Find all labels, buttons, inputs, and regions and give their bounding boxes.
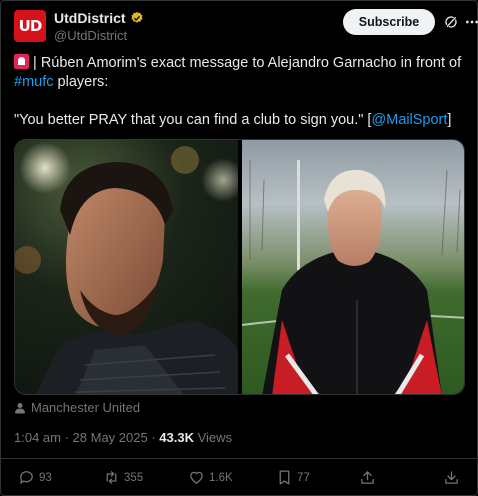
post-line1: | Rúben Amorim's exact message to Alejan… bbox=[33, 55, 462, 71]
share-button[interactable] bbox=[359, 469, 376, 486]
post-quote-end: ] bbox=[447, 112, 452, 128]
name-row: UtdDistrict bbox=[54, 10, 144, 26]
post-time[interactable]: 1:04 am bbox=[14, 430, 61, 445]
repost-button[interactable]: 355 bbox=[103, 469, 143, 486]
siren-emoji-icon bbox=[14, 54, 29, 69]
handle[interactable]: @UtdDistrict bbox=[54, 28, 144, 43]
garnacho-photo-illustration bbox=[241, 160, 464, 394]
action-bar: 93 355 1.6K 77 bbox=[0, 458, 478, 496]
location-label: Manchester United bbox=[31, 400, 141, 415]
post-line2: players: bbox=[53, 74, 109, 90]
like-count: 1.6K bbox=[209, 471, 233, 484]
views-count[interactable]: 43.3K bbox=[159, 430, 194, 445]
bookmark-count: 77 bbox=[297, 471, 310, 484]
post-date[interactable]: 28 May 2025 bbox=[73, 430, 148, 445]
heart-icon bbox=[190, 471, 203, 484]
like-button[interactable]: 1.6K bbox=[188, 469, 233, 486]
media-divider bbox=[237, 140, 240, 394]
mention-link[interactable]: @MailSport bbox=[371, 112, 447, 128]
post-header: UD UtdDistrict @UtdDistrict Subscribe bbox=[14, 8, 478, 44]
person-icon bbox=[15, 402, 25, 413]
post-paragraph-1: | Rúben Amorim's exact message to Alejan… bbox=[14, 54, 466, 92]
media-grid bbox=[14, 139, 465, 395]
amorim-photo[interactable] bbox=[15, 140, 238, 394]
hashtag-link[interactable]: #mufc bbox=[14, 74, 54, 90]
avatar-logo: UD bbox=[18, 17, 43, 35]
display-name[interactable]: UtdDistrict bbox=[54, 10, 126, 26]
reply-count: 93 bbox=[39, 471, 52, 484]
post-text: | Rúben Amorim's exact message to Alejan… bbox=[14, 54, 466, 149]
author-names: UtdDistrict @UtdDistrict bbox=[54, 10, 144, 43]
bookmark-icon bbox=[279, 470, 290, 485]
meta-separator-2: · bbox=[147, 430, 160, 445]
post-meta: 1:04 am · 28 May 2025 · 43.3K Views bbox=[14, 430, 232, 445]
repost-count: 355 bbox=[124, 471, 144, 484]
garnacho-photo[interactable] bbox=[241, 140, 464, 394]
more-icon[interactable] bbox=[464, 14, 478, 30]
grok-icon[interactable] bbox=[443, 14, 459, 30]
download-icon bbox=[445, 471, 458, 484]
views-label: Views bbox=[193, 430, 233, 445]
reply-icon bbox=[20, 471, 33, 484]
share-icon bbox=[361, 471, 374, 484]
post-quote: "You better PRAY that you can find a clu… bbox=[14, 112, 372, 128]
post-paragraph-2: "You better PRAY that you can find a clu… bbox=[14, 111, 466, 130]
reply-button[interactable]: 93 bbox=[18, 469, 52, 486]
meta-separator: · bbox=[60, 430, 73, 445]
repost-icon bbox=[106, 471, 117, 484]
amorim-photo-illustration bbox=[15, 142, 238, 394]
bookmark-button[interactable]: 77 bbox=[276, 469, 310, 486]
location-tag[interactable]: Manchester United bbox=[14, 400, 140, 415]
verified-badge-icon bbox=[131, 11, 143, 23]
download-button[interactable] bbox=[443, 469, 460, 486]
avatar[interactable]: UD bbox=[14, 10, 46, 42]
subscribe-button[interactable]: Subscribe bbox=[343, 9, 435, 35]
